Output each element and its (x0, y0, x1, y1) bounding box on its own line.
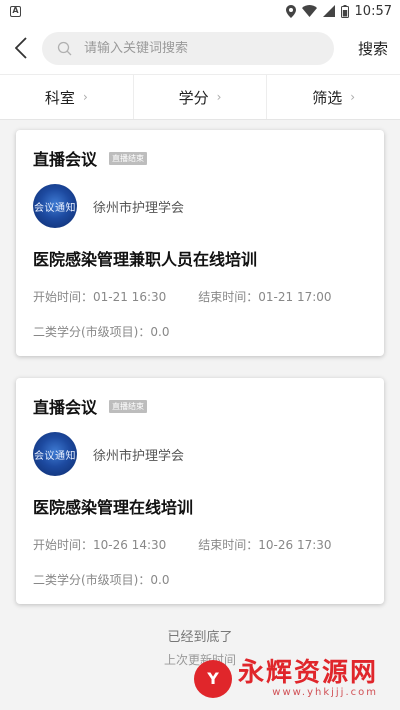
end-time: 结束时间：01-21 17:00 (198, 290, 332, 304)
filter-label: 筛选 (312, 88, 343, 107)
card-header: 直播会议 直播结束 (33, 394, 368, 418)
meeting-list: 直播会议 直播结束 会议通知 徐州市护理学会 医院感染管理兼职人员在线培训 开始… (0, 120, 400, 604)
status-right: 10:57 (285, 3, 392, 19)
chevron-right-icon: › (216, 90, 222, 104)
notification-icon: A (10, 5, 21, 17)
signal-icon (322, 5, 335, 17)
chevron-right-icon: › (82, 90, 88, 104)
end-of-list-text: 已经到底了 (167, 630, 233, 645)
search-input[interactable] (84, 40, 304, 56)
search-button[interactable]: 搜索 (358, 38, 388, 59)
wifi-icon (301, 5, 317, 17)
filter-more[interactable]: 筛选 › (267, 75, 400, 119)
filter-bar: 科室 › 学分 › 筛选 › (0, 74, 400, 120)
credit-info: 二类学分(市级项目)：0.0 (33, 573, 170, 587)
back-button[interactable] (10, 32, 32, 64)
status-time: 10:57 (354, 3, 392, 19)
filter-label: 学分 (178, 88, 209, 107)
status-left: A (10, 5, 21, 17)
card-type: 直播会议 (33, 398, 98, 417)
time-row: 开始时间：10-26 14:30 结束时间：10-26 17:30 (33, 536, 368, 553)
card-header: 直播会议 直播结束 (33, 146, 368, 170)
watermark-url: www.yhkjjj.com (272, 687, 378, 698)
chevron-right-icon: › (350, 90, 356, 104)
status-bar: A 10:57 (0, 0, 400, 22)
watermark-text: 永辉资源网 www.yhkjjj.com (238, 659, 378, 698)
watermark: Y 永辉资源网 www.yhkjjj.com (193, 659, 378, 698)
meeting-card[interactable]: 直播会议 直播结束 会议通知 徐州市护理学会 医院感染管理在线培训 开始时间：1… (16, 378, 384, 604)
search-header: 搜索 (0, 22, 400, 74)
meeting-card[interactable]: 直播会议 直播结束 会议通知 徐州市护理学会 医院感染管理兼职人员在线培训 开始… (16, 130, 384, 356)
org-name: 徐州市护理学会 (93, 200, 185, 216)
watermark-main: 永辉资源网 (237, 658, 378, 688)
avatar: 会议通知 (33, 432, 77, 476)
org-row: 会议通知 徐州市护理学会 (33, 432, 368, 476)
filter-label: 科室 (44, 88, 75, 107)
status-badge: 直播结束 (109, 399, 148, 413)
avatar: 会议通知 (33, 184, 77, 228)
end-time: 结束时间：10-26 17:30 (198, 538, 332, 552)
start-time: 开始时间：10-26 14:30 (33, 538, 167, 552)
avatar-text: 会议通知 (34, 202, 76, 214)
search-box[interactable] (42, 31, 334, 65)
filter-department[interactable]: 科室 › (0, 75, 134, 119)
status-badge: 直播结束 (109, 151, 148, 165)
location-icon (285, 4, 296, 18)
org-row: 会议通知 徐州市护理学会 (33, 184, 368, 228)
search-icon (56, 40, 72, 56)
card-title: 医院感染管理兼职人员在线培训 (33, 250, 258, 269)
card-type: 直播会议 (33, 150, 98, 169)
time-row: 开始时间：01-21 16:30 结束时间：01-21 17:00 (33, 288, 368, 305)
credit-info: 二类学分(市级项目)：0.0 (33, 325, 170, 339)
back-arrow-icon (15, 37, 27, 59)
filter-credit[interactable]: 学分 › (134, 75, 268, 119)
start-time: 开始时间：01-21 16:30 (33, 290, 167, 304)
org-name: 徐州市护理学会 (93, 448, 185, 464)
battery-icon (340, 4, 349, 18)
watermark-logo-icon: Y (193, 659, 232, 698)
avatar-text: 会议通知 (34, 450, 76, 462)
card-title: 医院感染管理在线培训 (33, 498, 194, 517)
